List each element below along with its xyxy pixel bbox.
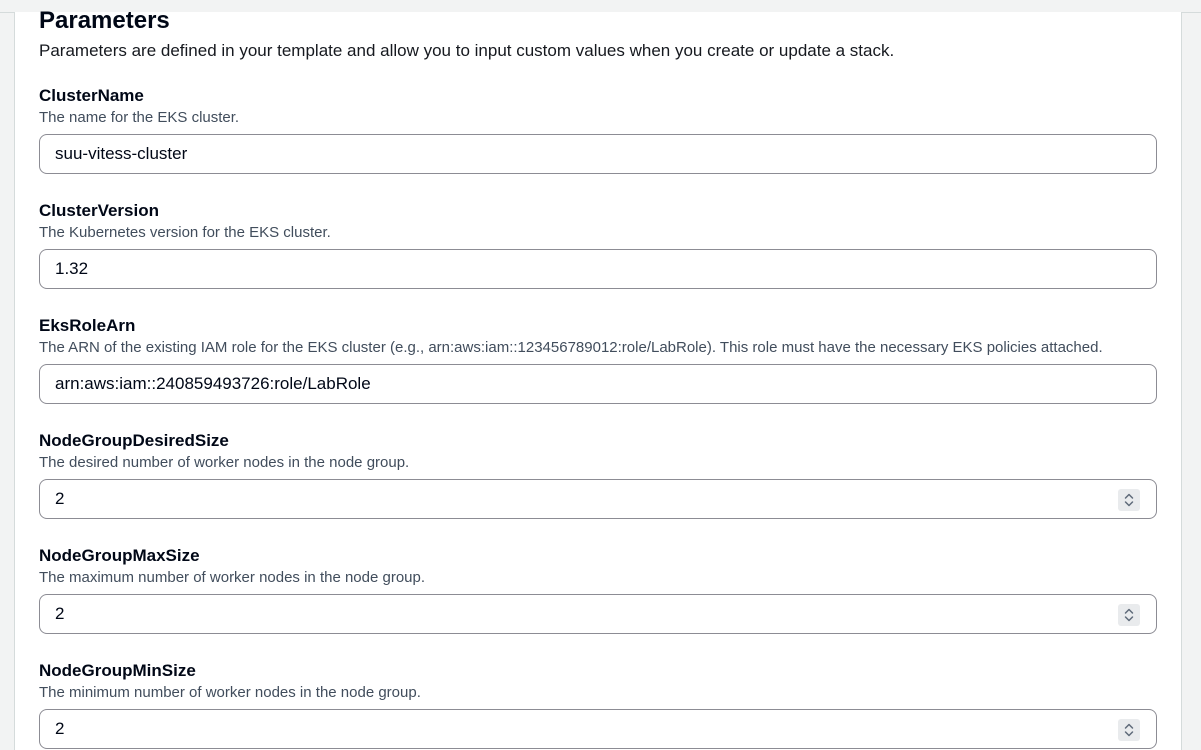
parameter-description: The ARN of the existing IAM role for the… — [39, 339, 1103, 356]
parameter-description: The minimum number of worker nodes in th… — [39, 684, 421, 701]
parameter-description: The name for the EKS cluster. — [39, 109, 240, 126]
input-container — [39, 364, 1157, 404]
cluster-name-input[interactable] — [40, 135, 1156, 173]
stack-parameters-page: Parameters Parameters are defined in you… — [0, 0, 1201, 750]
eks-role-arn-input[interactable] — [40, 365, 1156, 403]
input-container — [39, 479, 1157, 519]
parameter-eks-role-arn: EksRoleArn The ARN of the existing IAM r… — [39, 315, 1157, 404]
input-container — [39, 709, 1157, 749]
parameter-label: ClusterName — [39, 86, 144, 105]
parameter-label: ClusterVersion — [39, 201, 159, 220]
section-title: Parameters — [39, 7, 170, 34]
cluster-version-input[interactable] — [40, 250, 1156, 288]
node-group-min-size-input[interactable] — [40, 710, 1156, 748]
parameter-description: The desired number of worker nodes in th… — [39, 454, 410, 471]
parameter-node-group-max-size: NodeGroupMaxSize The maximum number of w… — [39, 545, 1157, 634]
parameter-label: NodeGroupMaxSize — [39, 546, 200, 565]
parameter-cluster-name: ClusterName The name for the EKS cluster… — [39, 85, 1157, 174]
parameter-label: NodeGroupDesiredSize — [39, 431, 229, 450]
parameter-description: The Kubernetes version for the EKS clust… — [39, 224, 331, 241]
parameter-node-group-desired-size: NodeGroupDesiredSize The desired number … — [39, 430, 1157, 519]
up-down-chevron-icon[interactable] — [1118, 719, 1140, 741]
section-description: Parameters are defined in your template … — [39, 41, 895, 60]
node-group-desired-size-input[interactable] — [40, 480, 1156, 518]
up-down-chevron-icon — [1124, 493, 1134, 507]
up-down-chevron-icon — [1124, 723, 1134, 737]
parameter-label: NodeGroupMinSize — [39, 661, 196, 680]
up-down-chevron-icon[interactable] — [1118, 604, 1140, 626]
parameter-label: EksRoleArn — [39, 316, 136, 335]
input-container — [39, 594, 1157, 634]
parameter-description: The maximum number of worker nodes in th… — [39, 569, 426, 586]
up-down-chevron-icon[interactable] — [1118, 489, 1140, 511]
input-container — [39, 134, 1157, 174]
node-group-max-size-input[interactable] — [40, 595, 1156, 633]
parameter-cluster-version: ClusterVersion The Kubernetes version fo… — [39, 200, 1157, 289]
up-down-chevron-icon — [1124, 608, 1134, 622]
parameter-node-group-min-size: NodeGroupMinSize The minimum number of w… — [39, 660, 1157, 749]
input-container — [39, 249, 1157, 289]
